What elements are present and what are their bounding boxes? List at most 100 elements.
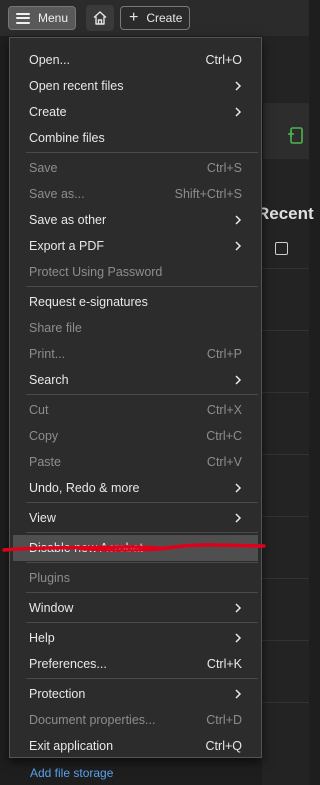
menu-item-label: Save as other (29, 213, 107, 227)
menu-separator (26, 592, 258, 593)
menu-item-label: Window (29, 601, 74, 615)
menu-item-view[interactable]: View (13, 505, 258, 531)
menu-item-combine-files[interactable]: Combine files (13, 125, 258, 151)
menu-button[interactable]: Menu (8, 6, 76, 30)
menu-separator (26, 678, 258, 679)
menu-separator (26, 394, 258, 395)
menu-item-share-file: Share file (13, 315, 258, 341)
menu-item-search[interactable]: Search (13, 367, 258, 393)
menu-separator (26, 562, 258, 563)
menu-button-label: Menu (38, 11, 69, 25)
menu-separator (26, 152, 258, 153)
menu-item-label: Combine files (29, 131, 105, 145)
recent-section-title: Recent (257, 204, 314, 223)
menu-item-open[interactable]: Open... Ctrl+O (13, 47, 258, 73)
menu-item-label: Request e-signatures (29, 295, 148, 309)
menu-item-paste: Paste Ctrl+V (13, 449, 258, 475)
menu-item-label: Create (29, 105, 67, 119)
menu-item-document-properties: Document properties... Ctrl+D (13, 707, 258, 733)
menu-item-label: Help (29, 631, 55, 645)
menu-item-help[interactable]: Help (13, 625, 258, 651)
menu-item-print: Print... Ctrl+P (13, 341, 258, 367)
menu-item-save-as-other[interactable]: Save as other (13, 207, 258, 233)
menu-item-save-as: Save as... Shift+Ctrl+S (13, 181, 258, 207)
menu-separator (26, 286, 258, 287)
list-divider (262, 392, 309, 393)
menu-item-export-a-pdf[interactable]: Export a PDF (13, 233, 258, 259)
menu-item-label: Share file (29, 321, 82, 335)
menu-item-request-e-signatures[interactable]: Request e-signatures (13, 289, 258, 315)
chevron-right-icon (235, 81, 242, 91)
create-button-label: Create (146, 11, 183, 25)
menu-item-protect-using-password: Protect Using Password (13, 259, 258, 285)
chevron-right-icon (235, 603, 242, 613)
menu-item-label: Disable new Acrobat (29, 541, 143, 555)
chevron-right-icon (235, 241, 242, 251)
menu-item-shortcut: Ctrl+O (205, 53, 242, 67)
menu-item-label: Cut (29, 403, 49, 417)
list-divider (262, 640, 309, 641)
add-file-storage-link[interactable]: Add file storage (30, 766, 113, 780)
list-divider (262, 578, 309, 579)
menu-item-cut: Cut Ctrl+X (13, 397, 258, 423)
menu-item-label: View (29, 511, 56, 525)
menu-item-open-recent-files[interactable]: Open recent files (13, 73, 258, 99)
menu-item-label: Document properties... (29, 713, 156, 727)
hamburger-icon (16, 12, 30, 24)
menu-separator (26, 622, 258, 623)
chevron-right-icon (235, 633, 242, 643)
chevron-right-icon (235, 215, 242, 225)
menu-item-plugins: Plugins (13, 565, 258, 591)
list-divider (262, 516, 309, 517)
menu-item-label: Protect Using Password (29, 265, 163, 279)
top-toolbar: Menu + Create (0, 0, 309, 36)
chevron-right-icon (235, 375, 242, 385)
menu-item-label: Paste (29, 455, 61, 469)
menu-item-preferences[interactable]: Preferences... Ctrl+K (13, 651, 258, 677)
menu-item-shortcut: Ctrl+V (206, 455, 242, 469)
menu-item-label: Undo, Redo & more (29, 481, 140, 495)
document-tool-icon (288, 127, 303, 144)
background-card (262, 103, 309, 159)
chevron-right-icon (235, 107, 242, 117)
menu-item-label: Exit application (29, 739, 114, 753)
create-button[interactable]: + Create (120, 6, 190, 30)
list-divider (262, 702, 309, 703)
menu-item-label: Search (29, 373, 69, 387)
list-divider (262, 330, 309, 331)
menu-item-label: Export a PDF (29, 239, 105, 253)
menu-item-label: Plugins (29, 571, 70, 585)
menu-item-label: Open recent files (29, 79, 124, 93)
menu-item-exit-application[interactable]: Exit application Ctrl+Q (13, 733, 258, 759)
menu-item-undo-redo-more[interactable]: Undo, Redo & more (13, 475, 258, 501)
chevron-right-icon (235, 483, 242, 493)
menu-item-shortcut: Ctrl+X (206, 403, 242, 417)
menu-item-protection[interactable]: Protection (13, 681, 258, 707)
menu-item-label: Protection (29, 687, 86, 701)
menu-item-window[interactable]: Window (13, 595, 258, 621)
menu-separator (26, 532, 258, 533)
menu-item-create[interactable]: Create (13, 99, 258, 125)
menu-item-disable-new-acrobat[interactable]: Disable new Acrobat (13, 535, 258, 561)
menu-separator (26, 502, 258, 503)
chevron-right-icon (235, 689, 242, 699)
menu-item-label: Save (29, 161, 58, 175)
plus-icon: + (129, 9, 139, 26)
menu-item-shortcut: Ctrl+D (206, 713, 242, 727)
chevron-right-icon (235, 513, 242, 523)
main-menu-dropdown: Open... Ctrl+O Open recent files Create Comb… (9, 37, 262, 758)
menu-item-shortcut: Ctrl+Q (205, 739, 242, 753)
select-all-checkbox[interactable] (275, 242, 288, 255)
menu-item-label: Open... (29, 53, 70, 67)
menu-item-label: Copy (29, 429, 59, 443)
menu-item-label: Save as... (29, 187, 85, 201)
menu-item-copy: Copy Ctrl+C (13, 423, 258, 449)
menu-item-shortcut: Shift+Ctrl+S (174, 187, 242, 201)
menu-item-shortcut: Ctrl+S (206, 161, 242, 175)
list-divider (262, 454, 309, 455)
menu-item-shortcut: Ctrl+C (206, 429, 242, 443)
menu-item-shortcut: Ctrl+P (206, 347, 242, 361)
menu-item-shortcut: Ctrl+K (206, 657, 242, 671)
menu-item-label: Print... (29, 347, 66, 361)
home-button[interactable] (86, 5, 114, 31)
